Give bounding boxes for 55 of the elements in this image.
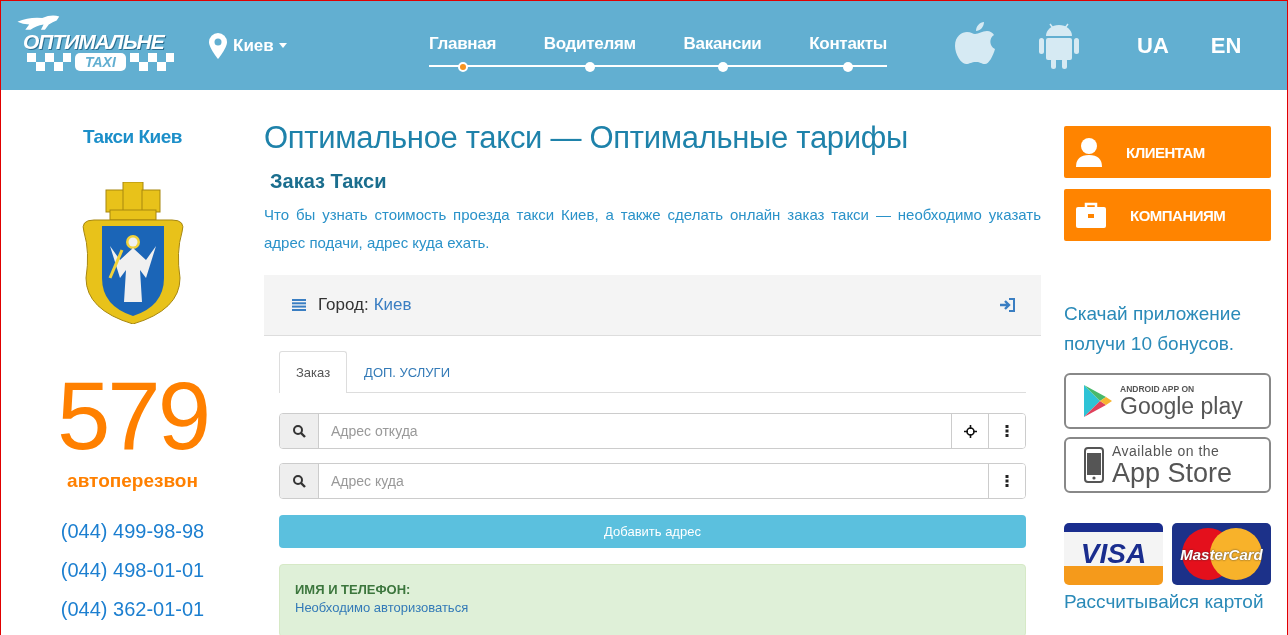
phone-link[interactable]: (044) 498-01-01: [60, 551, 205, 590]
callback-label: автоперезвон: [67, 470, 198, 492]
badge-caption: ANDROID APP ON: [1120, 384, 1196, 394]
city-dropdown[interactable]: Киев: [233, 35, 287, 56]
crosshair-icon: [963, 424, 977, 438]
android-icon[interactable]: [1039, 22, 1079, 69]
badge-store-name: Google play: [1120, 394, 1243, 418]
card-caption: Рассчитывайся картой: [1064, 591, 1265, 613]
address-field[interactable]: Адрес куда: [279, 463, 1026, 499]
language-link[interactable]: EN: [1210, 32, 1242, 59]
login-link[interactable]: Необходимо авторизоваться: [295, 600, 469, 615]
briefcase-icon: [1076, 202, 1106, 228]
nav-link[interactable]: Водителям: [543, 33, 636, 54]
checker-drawing: [27, 52, 71, 71]
menu-icon[interactable]: [292, 299, 306, 311]
nav-link[interactable]: Вакансии: [683, 33, 762, 54]
badge-caption: Available on the: [1112, 443, 1221, 459]
logo-badge: TAXI: [75, 52, 126, 71]
page-title: Оптимальное такси — Оптимальные тарифы: [264, 120, 909, 156]
city-value: Киев: [373, 295, 413, 315]
logo-title: ОПТИМАЛЬНЕ: [23, 30, 164, 53]
login-icon[interactable]: [1000, 298, 1016, 312]
callback-number: 579: [56, 368, 209, 464]
play-triangle-icon: [1084, 385, 1112, 417]
tab[interactable]: ДОП. УСЛУГИ: [347, 351, 467, 393]
category-button[interactable]: КЛИЕНТАМ: [1064, 126, 1271, 178]
phone-link[interactable]: (044) 362-01-01: [60, 590, 205, 629]
more-button[interactable]: [988, 464, 1025, 498]
phone-link[interactable]: (044) 499-98-98: [60, 512, 205, 551]
nav-link[interactable]: Контакты: [809, 33, 887, 54]
add-address-button[interactable]: Добавить адрес: [279, 515, 1026, 548]
location-pin-icon: [209, 32, 227, 59]
search-icon: [292, 424, 306, 438]
store-badge[interactable]: ANDROID APP ON Google play: [1064, 373, 1271, 429]
phone-icon: [1084, 447, 1104, 483]
caret-icon: [278, 43, 287, 48]
category-button[interactable]: КОМПАНИЯМ: [1064, 189, 1271, 241]
sidebar-title: Такси Киев: [83, 126, 182, 148]
more-icon: [1005, 475, 1009, 487]
store-badge[interactable]: Available on the App Store: [1064, 437, 1271, 493]
nav-link[interactable]: Главная: [429, 33, 497, 54]
section-title: Заказ Такси: [270, 170, 388, 193]
tab[interactable]: Заказ: [279, 351, 348, 393]
badge-store-name: App Store: [1112, 459, 1233, 487]
search-icon: [292, 474, 306, 488]
city-label: Город:: [318, 295, 369, 315]
intro-text: Что бы узнать стоимость проезда такси Киев, а также сделать онлайн заказ такси — необходимо указать адрес подачи, адрес куда ехать.: [264, 205, 1041, 253]
card-logo: VISA: [1064, 523, 1163, 585]
language-link[interactable]: UA: [1137, 32, 1169, 59]
person-icon: [1076, 137, 1102, 167]
app-promo-text: Скачай приложение получи 10 бонусов.: [1064, 302, 1243, 356]
address-field[interactable]: Адрес откуда: [279, 413, 1026, 449]
alert-title: ИМЯ И ТЕЛЕФОН:: [295, 582, 412, 597]
more-icon: [1005, 425, 1009, 437]
checker-drawing: [129, 52, 174, 71]
